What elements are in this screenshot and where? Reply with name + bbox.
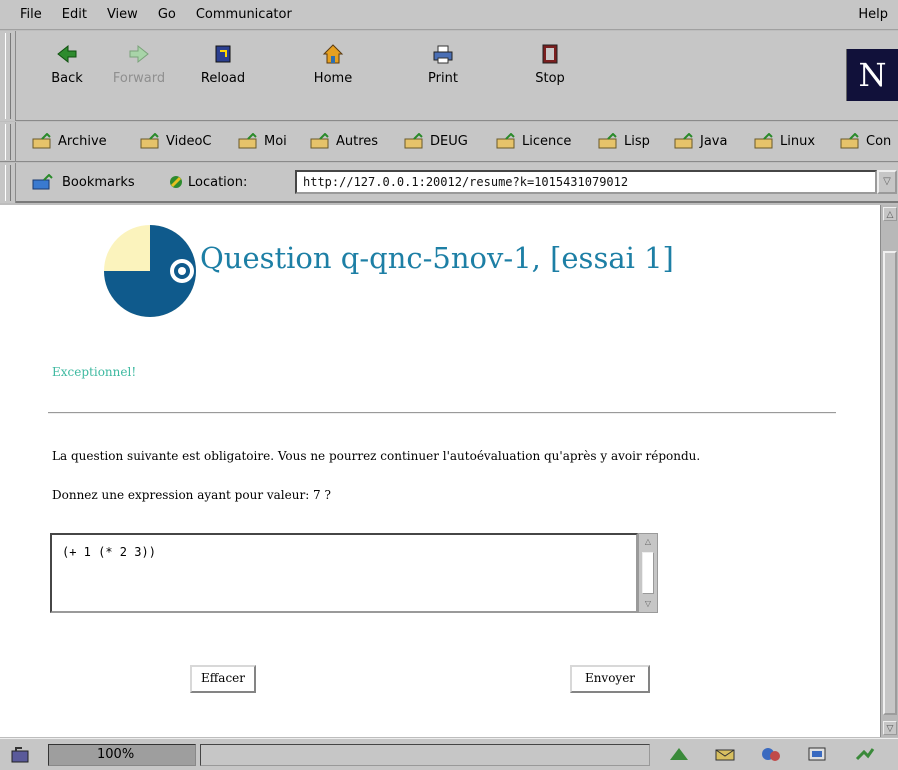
menu-communicator[interactable]: Communicator [196, 7, 292, 22]
toolbar-grip[interactable] [0, 31, 16, 121]
folder-icon [140, 133, 159, 149]
location-label: Location: [168, 174, 247, 190]
mandatory-notice: La question suivante est obligatoire. Vo… [52, 449, 701, 463]
submit-button[interactable]: Envoyer [570, 665, 650, 693]
forward-arrow-icon [129, 44, 149, 64]
clear-button[interactable]: Effacer [190, 665, 256, 693]
toolbar-grip[interactable] [0, 163, 16, 203]
reload-button[interactable]: Reload [188, 43, 258, 86]
horizontal-rule [48, 412, 836, 414]
scroll-up-icon[interactable]: △ [883, 207, 897, 221]
folder-icon [404, 133, 423, 149]
security-icon[interactable] [10, 745, 30, 763]
home-button[interactable]: Home [298, 43, 368, 86]
page-title: Question q-qnc-5nov-1, [essai 1] [200, 241, 674, 275]
status-message [200, 744, 650, 766]
navigator-icon[interactable] [668, 746, 690, 762]
bookmark-folder-linux[interactable]: Linux [754, 133, 815, 149]
scroll-down-icon[interactable]: ▽ [883, 721, 897, 735]
page-content: Question q-qnc-5nov-1, [essai 1] Excepti… [0, 205, 880, 737]
bookmark-folder-licence[interactable]: Licence [496, 133, 571, 149]
textarea-scrollbar[interactable]: △ ▽ [638, 533, 658, 613]
menu-go[interactable]: Go [158, 7, 176, 22]
scroll-thumb[interactable] [883, 251, 897, 715]
discussion-icon[interactable] [760, 746, 782, 762]
bookmark-folder-autres[interactable]: Autres [310, 133, 378, 149]
bookmarks-button[interactable]: Bookmarks [32, 174, 135, 190]
folder-icon [840, 133, 859, 149]
forward-button[interactable]: Forward [104, 43, 174, 86]
status-bar: 100% [0, 738, 898, 770]
feedback-message: Exceptionnel! [52, 365, 137, 379]
page-scrollbar[interactable]: △ ▽ [880, 205, 898, 737]
reload-icon [215, 45, 231, 63]
location-icon[interactable] [168, 174, 184, 190]
bookmark-folder-videoc[interactable]: VideoC [140, 133, 212, 149]
folder-icon [754, 133, 773, 149]
scroll-down-icon[interactable]: ▽ [642, 598, 654, 610]
bookmark-folder-java[interactable]: Java [674, 133, 727, 149]
folder-icon [238, 133, 257, 149]
bookmark-folder-lisp[interactable]: Lisp [598, 133, 650, 149]
bookmarks-icon [32, 174, 53, 190]
netscape-logo[interactable]: N [846, 49, 898, 101]
menu-bar: File Edit View Go Communicator Help [0, 0, 898, 30]
zoom-progress: 100% [48, 744, 196, 766]
page-logo [104, 225, 196, 317]
answer-textarea[interactable]: (+ 1 (* 2 3)) [50, 533, 638, 613]
menu-help[interactable]: Help [858, 7, 888, 22]
toolbar-grip[interactable] [0, 122, 16, 161]
printer-icon [433, 45, 453, 64]
personal-toolbar: Archive VideoC Moi Autres DEUG Licence L… [0, 122, 898, 162]
print-button[interactable]: Print [408, 43, 478, 86]
menu-view[interactable]: View [107, 7, 138, 22]
folder-icon [674, 133, 693, 149]
back-arrow-icon [57, 44, 77, 64]
folder-icon [598, 133, 617, 149]
scroll-thumb[interactable] [642, 552, 654, 594]
folder-icon [496, 133, 515, 149]
stop-icon [542, 44, 558, 64]
bookmark-folder-deug[interactable]: DEUG [404, 133, 468, 149]
question-prompt: Donnez une expression ayant pour valeur:… [52, 488, 331, 502]
back-button[interactable]: Back [32, 43, 102, 86]
location-dropdown-button[interactable]: ▽ [877, 170, 897, 194]
component-bar [660, 744, 896, 766]
mail-icon[interactable] [714, 746, 736, 762]
location-toolbar: Bookmarks Location: http://127.0.0.1:200… [0, 163, 898, 203]
folder-icon [310, 133, 329, 149]
location-url-input[interactable]: http://127.0.0.1:20012/resume?k=10154310… [295, 170, 877, 194]
home-icon [322, 44, 344, 64]
scroll-up-icon[interactable]: △ [642, 536, 654, 548]
menu-edit[interactable]: Edit [62, 7, 87, 22]
component-icon[interactable] [854, 746, 876, 762]
stop-button[interactable]: Stop [515, 43, 585, 86]
bookmark-folder-con[interactable]: Con [840, 133, 891, 149]
navigation-toolbar: Back Forward Reload Home Print Stop N [0, 31, 898, 121]
menu-file[interactable]: File [20, 7, 42, 22]
folder-icon [32, 133, 51, 149]
bookmark-folder-moi[interactable]: Moi [238, 133, 287, 149]
composer-icon[interactable] [806, 746, 828, 762]
bookmark-folder-archive[interactable]: Archive [32, 133, 107, 149]
